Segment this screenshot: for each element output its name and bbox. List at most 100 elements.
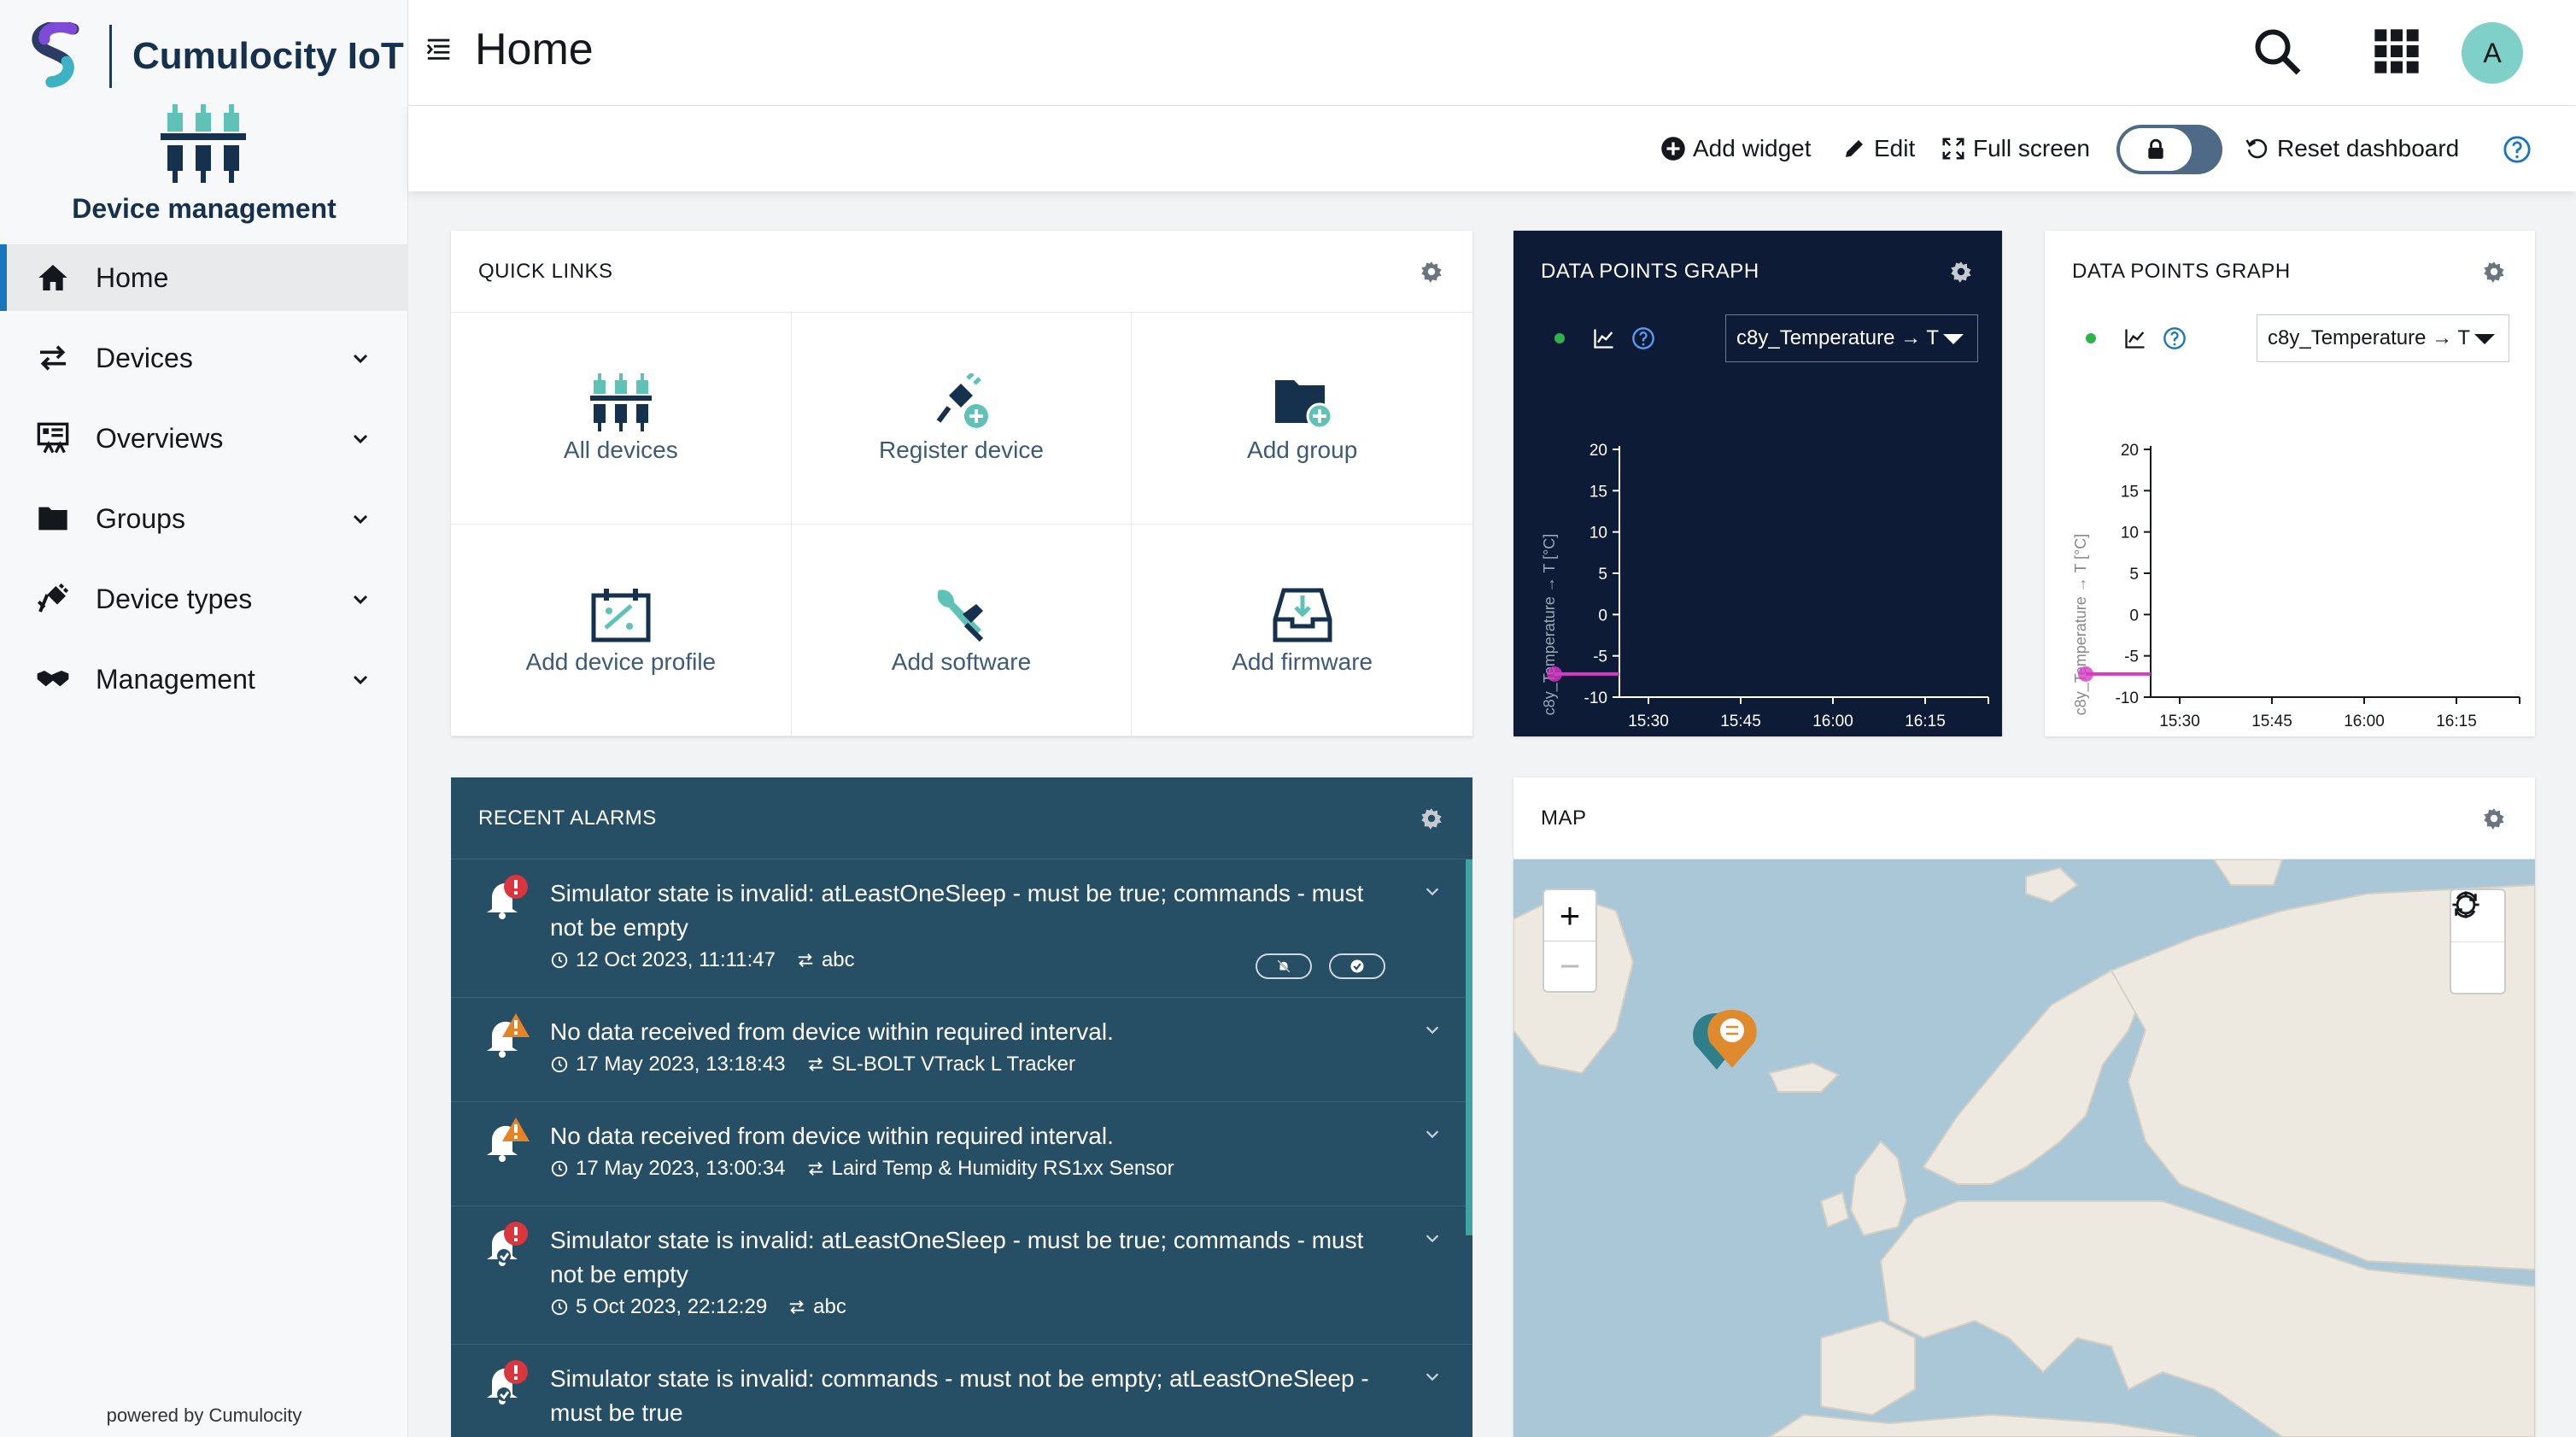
exchange-icon bbox=[808, 1162, 823, 1176]
add-widget-button[interactable]: Add widget bbox=[1660, 128, 1812, 169]
nav-item-device-types[interactable]: Device types bbox=[0, 559, 408, 639]
zoom-in-button[interactable]: + bbox=[1544, 890, 1595, 941]
plug-add-icon bbox=[937, 372, 989, 428]
series-point bbox=[1547, 666, 1562, 682]
nav-item-home[interactable]: Home bbox=[0, 244, 408, 311]
gear-icon[interactable] bbox=[1420, 260, 1443, 284]
software-icon bbox=[938, 589, 984, 642]
y-axis-label: c8y_Temperature → T [°C] bbox=[1541, 534, 1559, 716]
alarm-time: 5 Oct 2023, 22:12:29 bbox=[576, 1295, 768, 1318]
quick-link-label: Add firmware bbox=[1232, 648, 1373, 675]
center-map-button[interactable] bbox=[2451, 891, 2504, 993]
alarm-meta: 17 May 2023, 13:18:43 SL-BOLT VTrack L T… bbox=[550, 1053, 1387, 1076]
exchange-icon bbox=[34, 339, 72, 377]
alarm-source[interactable]: SL-BOLT VTrack L Tracker bbox=[806, 1053, 1075, 1076]
reset-dashboard-button[interactable]: Reset dashboard bbox=[2245, 128, 2459, 169]
app-title: Device management bbox=[72, 193, 337, 224]
alarm-item[interactable]: Simulator state is invalid: atLeastOneSl… bbox=[451, 859, 1472, 998]
scrollbar[interactable] bbox=[1466, 859, 1472, 1235]
zoom-out-button[interactable]: − bbox=[1544, 941, 1595, 991]
alarm-item[interactable]: No data received from device within requ… bbox=[451, 1102, 1472, 1206]
alarm-source[interactable]: abc bbox=[796, 948, 855, 972]
firmware-icon bbox=[1273, 588, 1332, 642]
gear-icon[interactable] bbox=[1420, 806, 1443, 830]
page-title: Home bbox=[475, 25, 594, 74]
y-tick-label: -5 bbox=[2124, 648, 2139, 666]
quick-link-label: Add group bbox=[1247, 436, 1358, 463]
alarm-item[interactable]: No data received from device within requ… bbox=[451, 998, 1472, 1102]
quick-link-add-group[interactable]: Add group bbox=[1132, 313, 1472, 525]
chevron-down-icon[interactable] bbox=[1423, 882, 1442, 900]
y-tick-label: 15 bbox=[2121, 483, 2139, 501]
quick-link-label: Register device bbox=[879, 436, 1044, 463]
y-tick-label: 20 bbox=[1590, 442, 1607, 460]
folder-add-icon bbox=[1274, 379, 1333, 429]
recent-alarms-widget: RECENT ALARMS Simulator state is invalid… bbox=[451, 777, 1472, 1437]
menu-toggle-icon[interactable] bbox=[425, 34, 454, 63]
quick-link-all-devices[interactable]: All devices bbox=[451, 313, 792, 525]
alarm-item[interactable]: Simulator state is invalid: commands - m… bbox=[451, 1345, 1472, 1437]
y-tick-label: 10 bbox=[2121, 525, 2139, 543]
quick-link-register-device[interactable]: Register device bbox=[791, 313, 1133, 525]
edit-button[interactable]: Edit bbox=[1841, 128, 1915, 169]
quick-link-label: All devices bbox=[563, 436, 678, 463]
chevron-down-icon[interactable] bbox=[1423, 1020, 1442, 1039]
plus-circle-icon bbox=[1661, 137, 1685, 161]
chevron-down-icon[interactable] bbox=[1423, 1229, 1442, 1247]
alarm-meta: 5 Oct 2023, 22:12:29 abc bbox=[550, 1295, 1387, 1319]
dashboard-lock-toggle[interactable] bbox=[2116, 125, 2222, 174]
exchange-icon bbox=[798, 953, 813, 967]
home-icon bbox=[34, 259, 72, 296]
quick-link-add-software[interactable]: Add software bbox=[791, 525, 1133, 736]
nav-item-overviews[interactable]: Overviews bbox=[0, 398, 408, 478]
avatar[interactable]: A bbox=[2462, 22, 2523, 84]
search-icon[interactable] bbox=[2251, 26, 2303, 77]
nav-item-management[interactable]: Management bbox=[0, 639, 408, 719]
brand[interactable]: Cumulocity IoT bbox=[29, 22, 404, 91]
y-tick-label: -5 bbox=[1593, 648, 1607, 666]
lock-icon bbox=[2120, 128, 2192, 171]
alarm-item[interactable]: Simulator state is invalid: atLeastOneSl… bbox=[451, 1206, 1472, 1345]
alarm-source-name: abc bbox=[821, 948, 855, 971]
brand-name: Cumulocity IoT bbox=[132, 35, 404, 77]
profile-icon bbox=[591, 588, 651, 642]
quick-link-add-firmware[interactable]: Add firmware bbox=[1132, 525, 1472, 736]
folder-icon bbox=[34, 500, 72, 537]
acknowledge-alarm-button[interactable] bbox=[1329, 953, 1385, 979]
chevron-down-icon bbox=[353, 675, 368, 685]
nav-item-devices[interactable]: Devices bbox=[0, 318, 408, 398]
header: Home A bbox=[408, 0, 2576, 106]
x-tick-label: 16:15 bbox=[2436, 713, 2477, 730]
app-switcher-icon[interactable] bbox=[2373, 27, 2421, 75]
main-nav: Home Devices Overviews Groups Device typ… bbox=[0, 244, 408, 719]
alarm-meta: 17 May 2023, 13:00:34 Laird Temp & Humid… bbox=[550, 1157, 1387, 1181]
exchange-icon bbox=[789, 1300, 805, 1314]
powered-by: powered by Cumulocity bbox=[106, 1405, 302, 1426]
chevron-down-icon bbox=[353, 434, 368, 444]
full-screen-button[interactable]: Full screen bbox=[1941, 128, 2090, 169]
quick-link-add-device-profile[interactable]: Add device profile bbox=[451, 525, 792, 736]
cumulocity-logo-icon bbox=[32, 22, 79, 88]
y-axis-label: c8y_Temperature → T [°C] bbox=[2072, 534, 2090, 716]
alarm-source[interactable]: Laird Temp & Humidity RS1xx Sensor bbox=[806, 1157, 1174, 1181]
alarm-message: Simulator state is invalid: atLeastOneSl… bbox=[550, 1227, 1364, 1287]
chevron-down-icon[interactable] bbox=[1423, 1124, 1442, 1143]
x-tick-label: 16:00 bbox=[2344, 713, 2385, 730]
alarm-source[interactable]: abc bbox=[787, 1295, 846, 1319]
widget-title: QUICK LINKS bbox=[478, 259, 613, 283]
chevron-down-icon[interactable] bbox=[1423, 1367, 1442, 1386]
y-tick-label: 15 bbox=[1590, 483, 1607, 501]
help-icon[interactable] bbox=[2503, 135, 2532, 164]
clock-icon bbox=[551, 1056, 568, 1073]
devices-app-icon bbox=[161, 104, 246, 183]
mute-alarm-button[interactable] bbox=[1256, 953, 1312, 979]
temperature-chart: 20 15 10 5 0 -5 -10 15:30 15:45 16:00 16:15 c8y_Tem… bbox=[1541, 442, 1989, 730]
nav-item-label: Groups bbox=[96, 502, 185, 534]
x-tick-label: 16:00 bbox=[1812, 713, 1853, 730]
x-tick-label: 15:45 bbox=[2251, 713, 2292, 730]
x-tick-label: 15:30 bbox=[1628, 713, 1669, 730]
gear-icon[interactable] bbox=[2482, 806, 2506, 830]
alarm-time: 17 May 2023, 13:00:34 bbox=[576, 1157, 786, 1180]
nav-item-groups[interactable]: Groups bbox=[0, 478, 408, 559]
map-canvas[interactable]: + − bbox=[1513, 859, 2535, 1437]
